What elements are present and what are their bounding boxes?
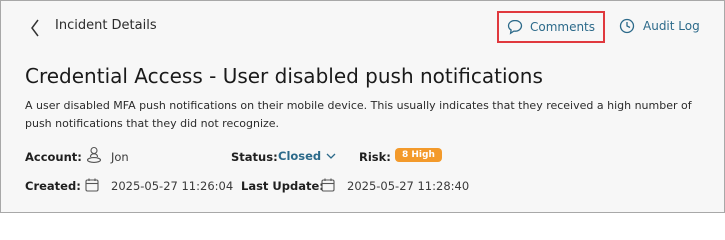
account-label: Account: [25, 150, 82, 164]
account-value[interactable]: Jon [111, 150, 129, 164]
status-dropdown[interactable]: Closed [278, 149, 336, 163]
calendar-icon [319, 176, 337, 194]
speech-bubble-icon [507, 19, 523, 35]
incident-details-panel: Incident Details Comments Audit Log Cred… [0, 0, 725, 213]
calendar-icon [83, 176, 101, 194]
comments-label: Comments [529, 20, 596, 34]
audit-log-label: Audit Log [643, 19, 700, 33]
audit-log-button[interactable]: Audit Log [619, 18, 700, 34]
incident-title: Credential Access - User disabled push n… [25, 64, 543, 88]
status-value: Closed [278, 149, 322, 163]
chevron-down-icon [326, 153, 336, 159]
risk-badge: 8 High [395, 148, 442, 162]
last-update-value: 2025-05-27 11:28:40 [347, 179, 470, 193]
created-label: Created: [25, 179, 81, 193]
created-value: 2025-05-27 11:26:04 [111, 179, 234, 193]
comments-button[interactable]: Comments [497, 11, 605, 43]
page-title: Incident Details [55, 18, 157, 33]
chevron-left-icon [31, 19, 39, 37]
clock-icon [619, 18, 635, 34]
risk-label: Risk: [359, 150, 391, 164]
user-icon [85, 145, 103, 165]
last-update-label: Last Update: [241, 179, 324, 193]
back-button[interactable] [25, 17, 45, 39]
incident-description: A user disabled MFA push notifications o… [25, 99, 692, 130]
status-label: Status: [231, 150, 278, 164]
